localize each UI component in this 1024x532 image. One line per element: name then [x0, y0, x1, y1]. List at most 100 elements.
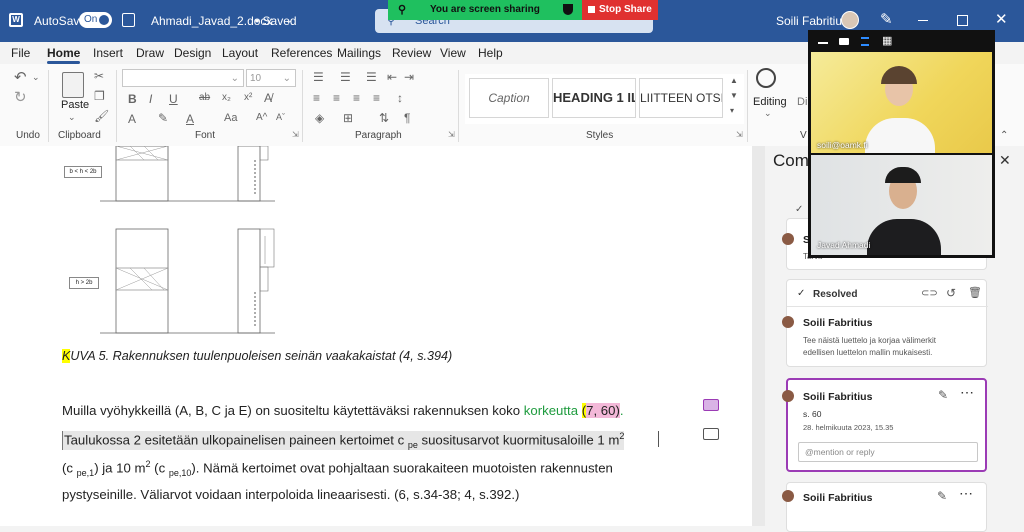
checkmark-icon[interactable]: ✓ [795, 204, 803, 215]
paragraph-line-4[interactable]: pystyseinille. Väliarvot voidaan interpo… [62, 487, 519, 502]
show-formatting-icon[interactable]: ¶ [404, 111, 410, 125]
editing-dropdown-icon[interactable]: ⌄ [764, 108, 772, 119]
restore-icon[interactable] [957, 15, 968, 26]
bullets-icon[interactable]: ☰ [313, 70, 324, 84]
video-tile-participant-1[interactable]: soili@oamk.fi [811, 52, 992, 153]
bold-button[interactable]: B [128, 92, 137, 106]
superscript-button[interactable]: x² [244, 92, 252, 103]
styles-scroll-up-icon[interactable]: ▲ [730, 76, 738, 85]
comment-marker-icon[interactable] [703, 428, 719, 440]
dialog-launcher-icon[interactable]: ⇲ [292, 130, 299, 139]
video-call-overlay[interactable]: ▦ soili@oamk.fi Javad Ahmadi [808, 30, 995, 258]
tab-home[interactable]: Home [47, 46, 81, 64]
dictate-label[interactable]: Di [797, 96, 807, 108]
editing-search-icon[interactable] [756, 68, 776, 88]
justify-icon[interactable]: ≡ [373, 91, 380, 105]
video-tile-participant-2[interactable]: Javad Ahmadi [811, 155, 992, 255]
subscript-button[interactable]: x₂ [222, 92, 231, 103]
paragraph-line-1[interactable]: Muilla vyöhykkeillä (A, B, C ja E) on su… [62, 403, 624, 418]
highlight-icon[interactable]: ✎ [158, 111, 168, 125]
dialog-launcher-icon[interactable]: ⇲ [736, 130, 743, 139]
tab-view[interactable]: View [440, 46, 466, 60]
text-effects-icon[interactable]: A [128, 112, 136, 126]
more-options-icon[interactable]: ⋯ [959, 485, 973, 502]
undo-dropdown-icon[interactable]: ⌄ [32, 72, 40, 83]
shrink-font-icon[interactable]: Aˇ [276, 112, 285, 122]
sort-icon[interactable]: ⇅ [379, 111, 389, 125]
edit-comment-icon[interactable]: ✎ [937, 489, 947, 503]
numbering-icon[interactable]: ☰ [340, 70, 351, 84]
redo-icon[interactable]: ↻ [14, 88, 27, 106]
minimize-icon[interactable] [918, 20, 928, 21]
dialog-launcher-icon[interactable]: ⇲ [448, 130, 455, 139]
figure-caption[interactable]: KUVA 5. Rakennuksen tuulenpuoleisen sein… [62, 349, 452, 363]
tab-file[interactable]: File [11, 46, 30, 60]
link-icon[interactable]: ⊂⊃ [921, 288, 938, 299]
collapse-ribbon-icon[interactable]: ⌃ [1000, 130, 1008, 141]
chevron-down-icon[interactable]: ⌄ [285, 15, 293, 26]
styles-more-icon[interactable]: ▾ [730, 106, 734, 115]
reply-input[interactable]: @mention or reply [798, 442, 978, 462]
align-center-icon[interactable]: ≡ [333, 91, 340, 105]
paste-label[interactable]: Paste [61, 99, 89, 111]
borders-icon[interactable]: ⊞ [343, 111, 353, 125]
pin-icon[interactable]: ⚲ [398, 0, 406, 20]
paragraph-line-2[interactable]: Taulukossa 2 esitetään ulkopainelisen pa… [62, 431, 625, 451]
clear-formatting-icon[interactable]: A̸ [264, 91, 272, 105]
line-spacing-icon[interactable]: ↕ [397, 91, 403, 105]
font-color-icon[interactable]: A [186, 112, 194, 126]
shading-icon[interactable]: ◈ [315, 111, 324, 125]
speaker-view-icon[interactable] [839, 38, 849, 45]
font-family-select[interactable]: ⌄ [122, 69, 244, 87]
paragraph-line-3[interactable]: (c pe,1) ja 10 m2 (c pe,10). Nämä kertoi… [62, 459, 613, 478]
word-app-icon[interactable]: W [9, 13, 23, 27]
minimize-video-icon[interactable] [818, 42, 828, 44]
align-right-icon[interactable]: ≡ [353, 91, 360, 105]
autosave-toggle[interactable]: On [79, 12, 112, 28]
decrease-indent-icon[interactable]: ⇤ [387, 70, 397, 84]
user-avatar[interactable] [841, 11, 859, 29]
change-case-icon[interactable]: Aa [224, 112, 237, 124]
cut-icon[interactable]: ✂ [94, 69, 104, 83]
copy-icon[interactable]: ❐ [94, 89, 105, 103]
tab-draw[interactable]: Draw [136, 46, 164, 60]
tab-insert[interactable]: Insert [93, 46, 123, 60]
tab-mailings[interactable]: Mailings [337, 46, 381, 60]
reopen-icon[interactable]: ↺ [946, 286, 956, 300]
style-caption[interactable]: Caption [469, 78, 549, 118]
paste-dropdown-icon[interactable]: ⌄ [68, 112, 76, 123]
pen-icon[interactable]: ✎ [880, 10, 893, 28]
styles-scroll-down-icon[interactable]: ▼ [730, 91, 738, 100]
underline-button[interactable]: U [169, 92, 178, 106]
italic-button[interactable]: I [149, 92, 152, 106]
comment-marker-icon-active[interactable] [703, 399, 719, 411]
undo-icon[interactable]: ↶ [14, 68, 27, 86]
stop-share-button[interactable]: Stop Share [582, 0, 658, 20]
style-liitteen-otsikko[interactable]: LIITTEEN OTSIK [639, 78, 723, 118]
editing-label[interactable]: Editing [753, 96, 787, 108]
gallery-strip-icon[interactable] [861, 37, 869, 46]
delete-icon[interactable]: 🗑 [968, 286, 982, 299]
more-options-icon[interactable]: ⋯ [960, 384, 974, 401]
tab-review[interactable]: Review [392, 46, 431, 60]
edit-comment-icon[interactable]: ✎ [938, 388, 948, 402]
style-heading-1[interactable]: HEADING 1 IL [552, 78, 636, 118]
strikethrough-button[interactable]: ab [199, 92, 210, 103]
comment-card-resolved[interactable]: ✓ Resolved ⊂⊃ ↺ 🗑 Soili Fabritius Tee nä… [782, 279, 988, 367]
user-name[interactable]: Soili Fabritius [776, 14, 848, 28]
grid-view-icon[interactable]: ▦ [882, 36, 892, 47]
close-window-icon[interactable]: ✕ [995, 10, 1008, 28]
comment-card[interactable]: Soili Fabritius ✎ ⋯ [782, 482, 987, 532]
format-painter-icon[interactable]: 🖌 [94, 109, 109, 123]
tab-references[interactable]: References [271, 46, 332, 60]
tab-layout[interactable]: Layout [222, 46, 258, 60]
comment-anchor[interactable]: (7, 60) [581, 403, 620, 418]
save-icon[interactable] [122, 13, 135, 27]
paste-icon[interactable] [62, 72, 84, 98]
close-pane-icon[interactable]: ✕ [999, 152, 1011, 169]
font-size-select[interactable]: 10 ⌄ [246, 69, 296, 87]
tab-help[interactable]: Help [478, 46, 503, 60]
multilevel-list-icon[interactable]: ☰ [366, 70, 377, 84]
comment-card-active[interactable]: Soili Fabritius ✎ ⋯ s. 60 28. helmikuuta… [782, 378, 987, 472]
align-left-icon[interactable]: ≡ [313, 91, 320, 105]
